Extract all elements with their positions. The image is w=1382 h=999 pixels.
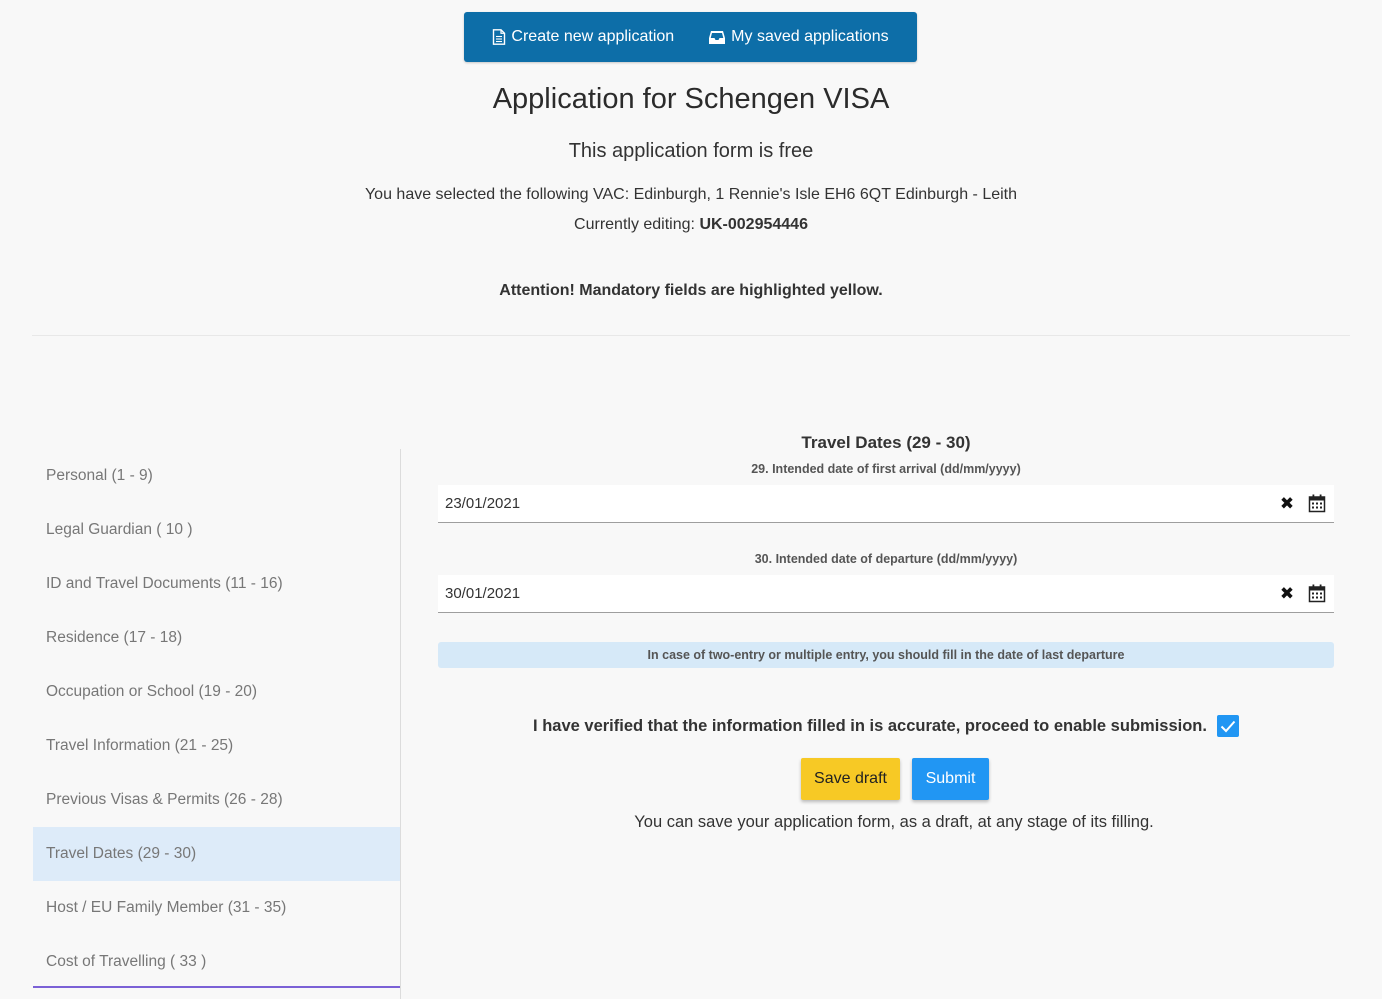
arrival-date-field[interactable]: 23/01/2021 ✖ [438, 485, 1334, 523]
sidebar-underline [33, 986, 400, 988]
document-icon [492, 29, 506, 45]
save-draft-button[interactable]: Save draft [801, 758, 900, 800]
sidebar-item-residence[interactable]: Residence (17 - 18) [33, 611, 400, 665]
sidebar-item-legal-guardian[interactable]: Legal Guardian ( 10 ) [33, 503, 400, 557]
top-nav-bar: Create new application My saved applicat… [464, 12, 917, 62]
application-id: UK-002954446 [699, 216, 808, 233]
section-list: Personal (1 - 9) Legal Guardian ( 10 ) I… [33, 449, 400, 989]
page-title: Application for Schengen VISA [492, 83, 890, 115]
calendar-icon[interactable] [1308, 494, 1328, 514]
departure-date-value: 30/01/2021 [445, 585, 521, 602]
sidebar-item-host[interactable]: Host / EU Family Member (31 - 35) [33, 881, 400, 935]
sidebar-item-travel-information[interactable]: Travel Information (21 - 25) [33, 719, 400, 773]
arrival-date-label: 29. Intended date of first arrival (dd/m… [751, 462, 1021, 476]
editing-label: Currently editing: [574, 216, 695, 233]
sidebar-item-travel-dates[interactable]: Travel Dates (29 - 30) [33, 827, 400, 881]
sidebar-item-personal[interactable]: Personal (1 - 9) [33, 449, 400, 503]
inbox-icon [708, 30, 726, 45]
mandatory-notice: Attention! Mandatory fields are highligh… [499, 282, 883, 299]
departure-date-label: 30. Intended date of departure (dd/mm/yy… [754, 552, 1018, 566]
vac-info: You have selected the following VAC: Edi… [364, 186, 1018, 203]
verify-label: I have verified that the information fil… [533, 716, 1207, 735]
header-divider [32, 335, 1350, 336]
arrival-date-value: 23/01/2021 [445, 495, 521, 512]
clear-icon[interactable]: ✖ [1278, 585, 1296, 603]
section-sidebar: Personal (1 - 9) Legal Guardian ( 10 ) I… [33, 449, 401, 999]
create-application-link[interactable]: Create new application [492, 28, 674, 46]
verify-checkbox[interactable] [1216, 715, 1239, 737]
departure-date-field[interactable]: 30/01/2021 ✖ [438, 575, 1334, 613]
save-draft-note: You can save your application form, as a… [634, 813, 1154, 831]
multiple-entry-note: In case of two-entry or multiple entry, … [438, 642, 1334, 668]
saved-applications-label: My saved applications [731, 28, 889, 45]
sidebar-item-occupation[interactable]: Occupation or School (19 - 20) [33, 665, 400, 719]
verify-row: I have verified that the information fil… [438, 715, 1334, 737]
submit-button[interactable]: Submit [912, 758, 989, 800]
sidebar-item-previous-visas[interactable]: Previous Visas & Permits (26 - 28) [33, 773, 400, 827]
create-application-label: Create new application [511, 28, 675, 45]
page-subtitle: This application form is free [568, 140, 814, 162]
checkmark-icon [1220, 720, 1236, 732]
section-title: Travel Dates (29 - 30) [801, 433, 971, 452]
clear-icon[interactable]: ✖ [1278, 495, 1296, 513]
editing-info: Currently editing: UK-002954446 [0, 216, 1382, 234]
saved-applications-link[interactable]: My saved applications [708, 28, 889, 46]
calendar-icon[interactable] [1308, 584, 1328, 604]
sidebar-item-cost-of-travelling[interactable]: Cost of Travelling ( 33 ) [33, 935, 400, 989]
sidebar-item-id-travel-documents[interactable]: ID and Travel Documents (11 - 16) [33, 557, 400, 611]
